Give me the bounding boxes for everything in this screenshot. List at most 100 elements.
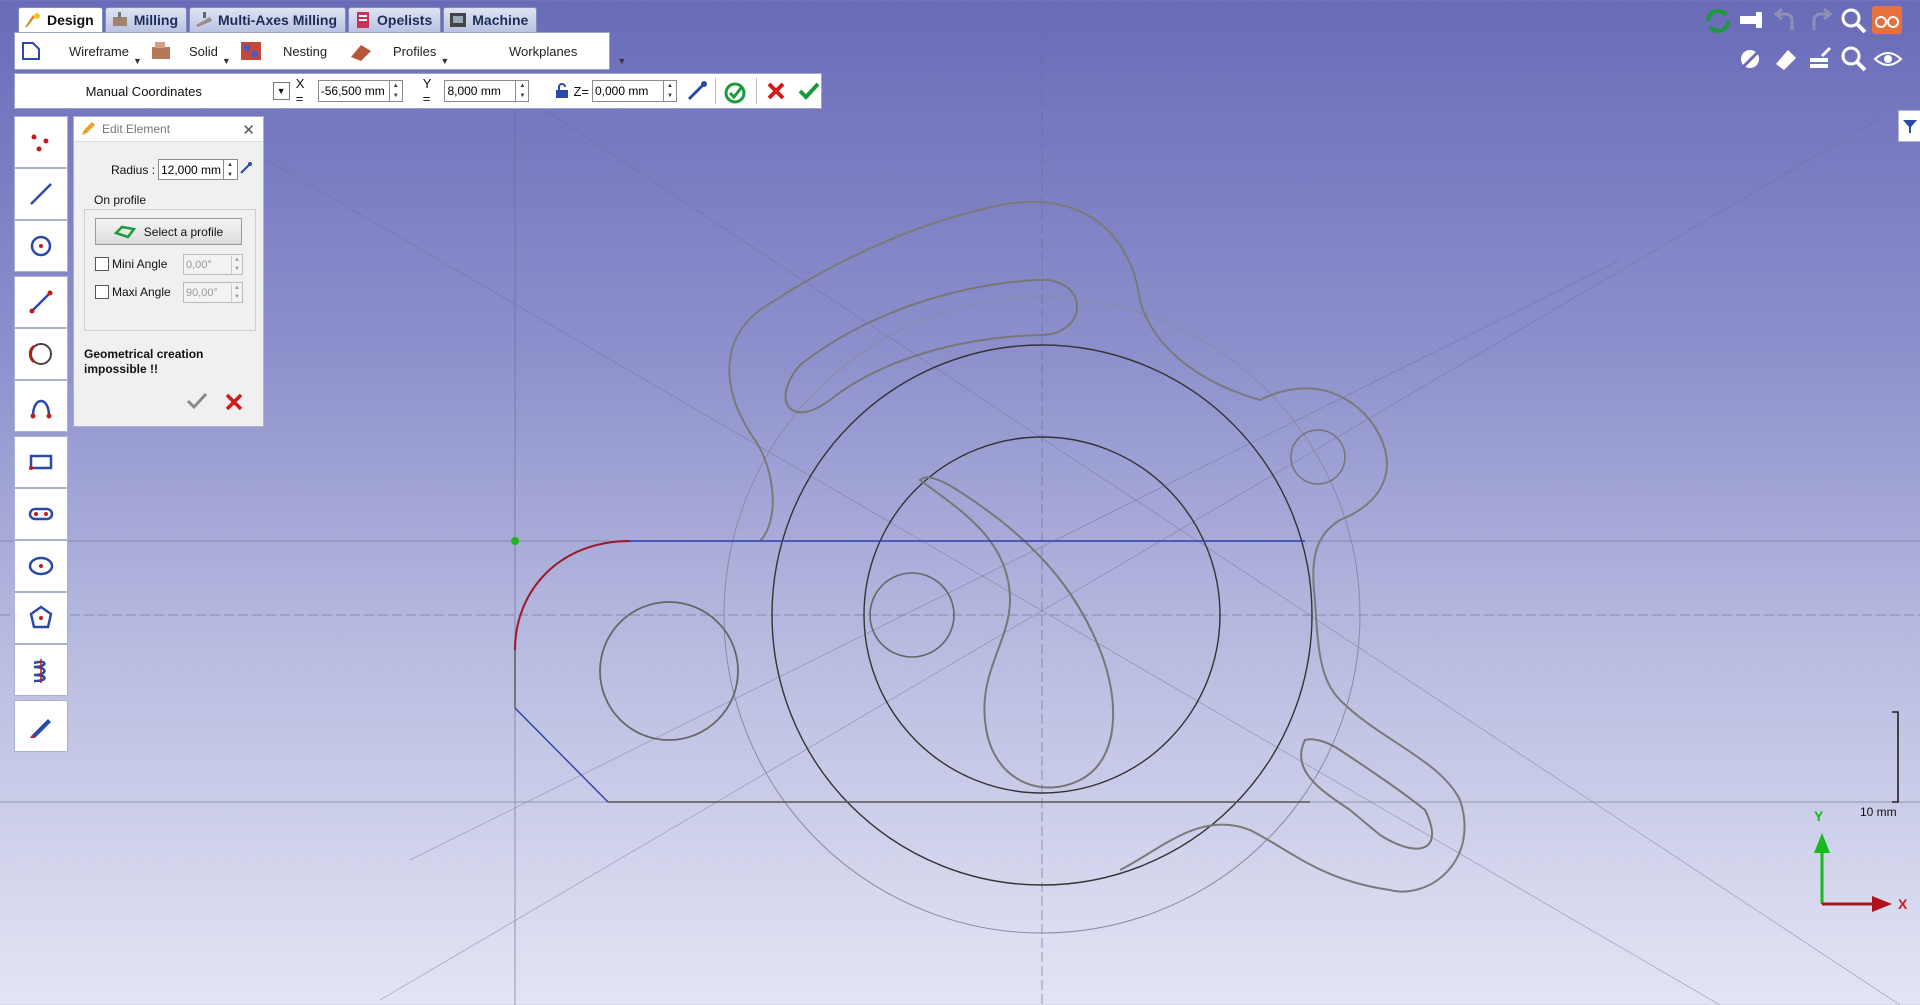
opelists-icon bbox=[357, 12, 370, 28]
spiral-tool[interactable] bbox=[14, 644, 68, 696]
radius-spinner[interactable]: ▲ ▼ bbox=[223, 160, 236, 179]
workplanes-menu[interactable]: Workplanes ▼ bbox=[457, 36, 626, 67]
maxi-angle-label: Maxi Angle bbox=[112, 285, 171, 299]
mode-dropdown-icon[interactable]: ▼ bbox=[272, 82, 290, 100]
segment-icon bbox=[29, 290, 53, 314]
bottom-slot bbox=[1300, 738, 1433, 850]
mini-angle-label: Mini Angle bbox=[112, 257, 168, 271]
coordinate-mode-select[interactable]: Manual Coordinates bbox=[15, 84, 273, 99]
filter-button[interactable] bbox=[1898, 110, 1920, 142]
measure-icon[interactable] bbox=[1736, 6, 1768, 36]
profiles-menu[interactable]: Profiles ▼ bbox=[345, 36, 457, 66]
pick-point-icon[interactable] bbox=[685, 79, 709, 103]
chevron-down-icon: ▼ bbox=[617, 56, 627, 66]
point-tool[interactable] bbox=[14, 116, 68, 168]
scale-label: 10 mm bbox=[1860, 805, 1897, 819]
wireframe-label: Wireframe bbox=[69, 43, 129, 59]
eye-icon[interactable] bbox=[1872, 44, 1904, 74]
apply-check-icon[interactable] bbox=[185, 391, 209, 411]
line-tool[interactable] bbox=[14, 168, 68, 220]
y-spinner[interactable]: ▲ ▼ bbox=[515, 81, 528, 101]
ellipse-icon bbox=[28, 556, 54, 576]
x-input[interactable] bbox=[318, 84, 389, 98]
maxi-angle-checkbox[interactable] bbox=[95, 285, 109, 299]
milling-icon bbox=[112, 12, 127, 26]
tab-design[interactable]: Design bbox=[18, 7, 103, 32]
maxi-angle-value: 90,00° bbox=[186, 286, 218, 299]
tab-multi-axes-milling[interactable]: Multi-Axes Milling bbox=[189, 7, 347, 32]
curve-tool[interactable] bbox=[14, 380, 68, 432]
arc-circle-icon bbox=[28, 343, 52, 365]
zoom-icon[interactable] bbox=[1838, 6, 1870, 36]
y-coordinate-field[interactable]: ▲▼ bbox=[444, 80, 530, 102]
cad-viewport[interactable] bbox=[0, 0, 1920, 1005]
regenerate-icon[interactable] bbox=[1702, 6, 1734, 36]
view-mode-button[interactable] bbox=[1872, 6, 1902, 34]
x-coordinate-field[interactable]: ▲▼ bbox=[317, 80, 403, 102]
points-icon bbox=[31, 134, 49, 152]
error-message: Geometrical creation impossible !! bbox=[84, 347, 204, 376]
confirm-icon[interactable] bbox=[797, 80, 821, 102]
anchor-point[interactable] bbox=[511, 537, 519, 545]
oblong-icon bbox=[28, 507, 54, 521]
segment-tool[interactable] bbox=[14, 276, 68, 328]
clean-icon[interactable] bbox=[1804, 44, 1836, 74]
nesting-menu[interactable]: Nesting bbox=[235, 36, 345, 66]
maxi-angle-spinner[interactable]: ▲ ▼ bbox=[231, 283, 242, 302]
close-icon[interactable]: ✕ bbox=[242, 121, 255, 139]
tab-label: Design bbox=[47, 12, 94, 28]
scale-bracket bbox=[1892, 711, 1899, 803]
hide-icon[interactable] bbox=[1736, 44, 1768, 74]
rectangle-tool[interactable] bbox=[14, 436, 68, 488]
zoom-fit-icon[interactable] bbox=[1838, 44, 1870, 74]
lock-icon[interactable] bbox=[555, 83, 569, 99]
polygon-icon bbox=[29, 605, 53, 629]
chevron-down-icon: ▼ bbox=[440, 56, 450, 66]
radius-field[interactable]: ▲▼ bbox=[158, 159, 238, 180]
tab-label: Opelists bbox=[377, 12, 433, 28]
select-profile-label: Select a profile bbox=[143, 224, 224, 239]
xyz-validate-icon[interactable] bbox=[722, 78, 748, 104]
select-profile-button[interactable]: Select a profile bbox=[95, 218, 242, 245]
circle-tool[interactable] bbox=[14, 220, 68, 272]
cancel-x-icon[interactable] bbox=[224, 392, 244, 412]
maxi-angle-field[interactable]: 90,00° ▲ ▼ bbox=[183, 282, 243, 303]
part-outline bbox=[728, 200, 1466, 893]
radius-input[interactable] bbox=[159, 162, 223, 177]
z-input[interactable] bbox=[593, 84, 663, 98]
cancel-icon[interactable] bbox=[765, 80, 787, 102]
profiles-label: Profiles bbox=[393, 43, 437, 59]
tab-opelists[interactable]: Opelists bbox=[348, 7, 442, 32]
mini-angle-field[interactable]: 0,00° ▲ ▼ bbox=[183, 254, 243, 275]
multi-axes-icon bbox=[196, 12, 213, 27]
arc-tool[interactable] bbox=[14, 328, 68, 380]
eraser-icon[interactable] bbox=[1770, 44, 1802, 74]
tab-milling[interactable]: Milling bbox=[104, 7, 188, 32]
circle-icon bbox=[30, 235, 52, 257]
tab-label: Milling bbox=[133, 12, 179, 28]
y-label: Y = bbox=[422, 76, 432, 106]
curve-icon bbox=[30, 399, 52, 419]
profiles-icon bbox=[351, 45, 371, 61]
oblong-tool[interactable] bbox=[14, 488, 68, 540]
ellipse-tool[interactable] bbox=[14, 540, 68, 592]
mini-angle-spinner[interactable]: ▲ ▼ bbox=[231, 255, 242, 274]
undo-icon[interactable] bbox=[1770, 6, 1802, 36]
coordinate-bar: Manual Coordinates ▼ X = ▲▼ Y = ▲▼ Z= ▲▼ bbox=[14, 73, 822, 109]
z-spinner[interactable]: ▲ ▼ bbox=[663, 81, 676, 101]
mini-angle-checkbox[interactable] bbox=[95, 257, 109, 271]
z-coordinate-field[interactable]: ▲▼ bbox=[592, 80, 677, 102]
tab-machine[interactable]: Machine bbox=[443, 7, 538, 32]
sketch-tool[interactable] bbox=[14, 700, 68, 752]
chevron-down-icon: ▼ bbox=[132, 56, 142, 66]
wireframe-menu[interactable]: Wireframe ▼ bbox=[15, 36, 145, 66]
tab-label: Multi-Axes Milling bbox=[218, 12, 338, 28]
x-spinner[interactable]: ▲ ▼ bbox=[388, 81, 402, 101]
profile-icon bbox=[113, 225, 136, 238]
pick-radius-icon[interactable] bbox=[239, 161, 253, 175]
polygon-tool[interactable] bbox=[14, 592, 68, 644]
solid-menu[interactable]: Solid ▼ bbox=[145, 36, 235, 66]
y-input[interactable] bbox=[445, 84, 516, 98]
redo-icon[interactable] bbox=[1804, 6, 1836, 36]
nesting-icon bbox=[241, 42, 261, 60]
